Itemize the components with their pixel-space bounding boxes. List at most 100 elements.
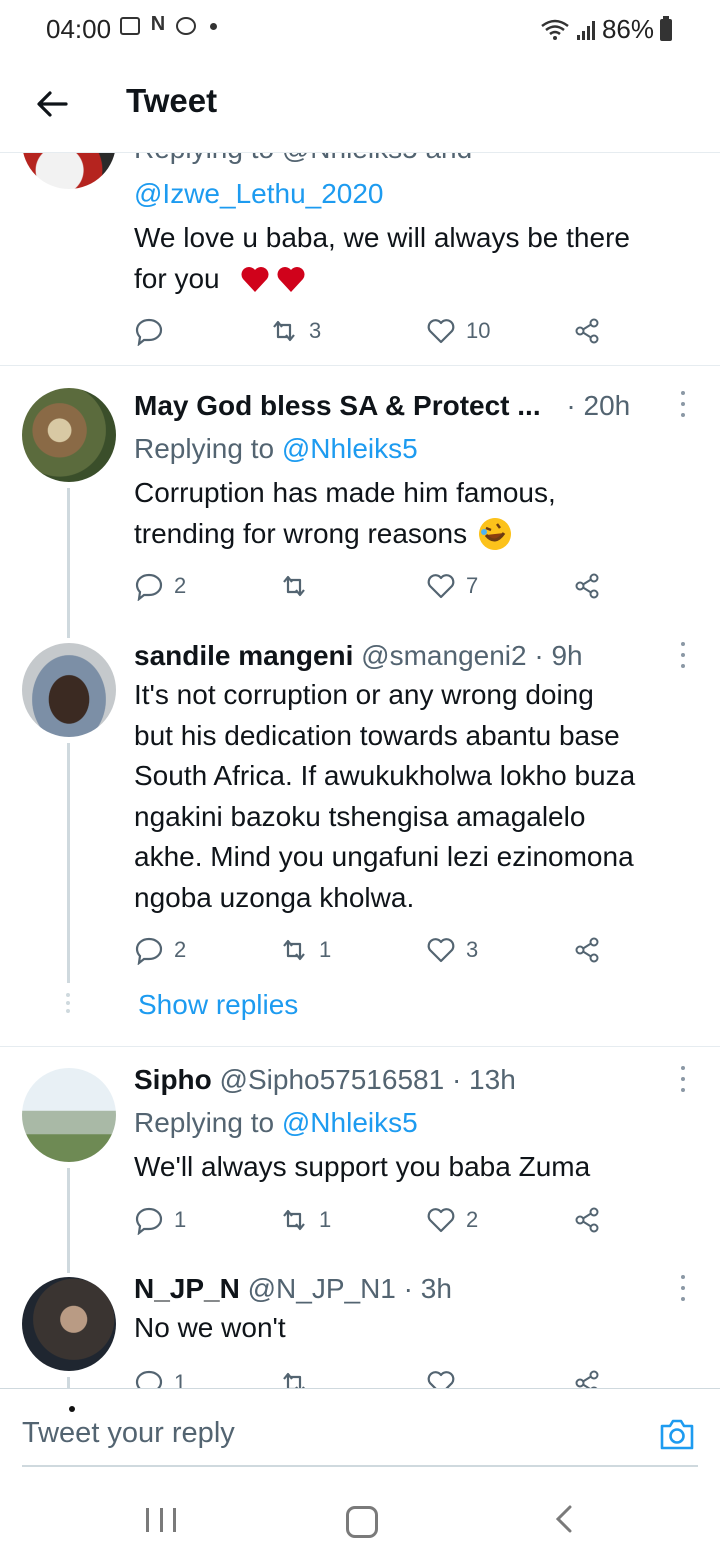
tweet-divider bbox=[0, 1046, 720, 1047]
tweet-actions: 2 7 bbox=[134, 566, 614, 606]
retweet-count: 3 bbox=[309, 318, 322, 343]
reply-button[interactable]: 1 bbox=[134, 1200, 186, 1240]
thread-continuation-dots bbox=[66, 993, 72, 1013]
retweet-button[interactable]: 1 bbox=[279, 930, 331, 970]
cursor-dot bbox=[69, 1406, 75, 1412]
tweet-meta: @smangeni2 · 9h bbox=[353, 640, 583, 671]
author-name[interactable]: May God bless SA & Protect ... bbox=[134, 390, 541, 421]
like-count: 10 bbox=[466, 318, 491, 343]
reply-button[interactable]: 2 bbox=[134, 930, 186, 970]
replying-to-mention[interactable]: @Izwe_Lethu_2020 bbox=[134, 178, 384, 210]
tweet-author-line[interactable]: May God bless SA & Protect ... · 20h bbox=[134, 390, 630, 422]
avatar[interactable] bbox=[22, 643, 116, 737]
rolling-laughing-emoji-icon bbox=[479, 517, 512, 550]
thread-line bbox=[67, 743, 70, 983]
retweet-count: 1 bbox=[319, 937, 332, 962]
avatar[interactable] bbox=[22, 153, 116, 189]
top-app-bar: Tweet bbox=[0, 60, 720, 153]
tweet-text: It's not corruption or any wrong doing b… bbox=[134, 675, 694, 918]
tweet-divider bbox=[0, 365, 720, 366]
reply-button[interactable]: 1 bbox=[134, 1363, 186, 1388]
tweet-author-line[interactable]: N_JP_N @N_JP_N1 · 3h bbox=[134, 1273, 452, 1305]
reply-icon bbox=[135, 573, 163, 601]
share-icon bbox=[575, 1207, 599, 1233]
tweet-text-line-with-emoji: trending for wrong reasons bbox=[134, 514, 694, 555]
status-time: 04:00 bbox=[46, 14, 112, 44]
reply-count: 2 bbox=[174, 937, 187, 962]
reply-button[interactable]: 2 bbox=[134, 566, 186, 606]
signal-icon bbox=[576, 20, 595, 40]
retweet-button[interactable] bbox=[279, 566, 319, 606]
home-icon[interactable] bbox=[346, 1506, 378, 1538]
share-button[interactable] bbox=[572, 311, 602, 351]
tweet-author-line[interactable]: sandile mangeni @smangeni2 · 9h bbox=[134, 640, 583, 672]
more-options-icon[interactable] bbox=[678, 642, 688, 668]
reply-input-underline bbox=[22, 1465, 698, 1467]
tweet-text: We love u baba, we will always be there … bbox=[134, 218, 694, 299]
like-button[interactable] bbox=[426, 1363, 466, 1388]
tweet-text: Corruption has made him famous, trending… bbox=[134, 473, 694, 554]
share-icon bbox=[575, 573, 599, 599]
share-button[interactable] bbox=[572, 566, 602, 606]
reply-thread[interactable]: Replying to @Nhleiks5 and @Izwe_Lethu_20… bbox=[0, 153, 720, 1388]
system-nav-bar bbox=[0, 1470, 720, 1560]
reply-button[interactable] bbox=[134, 311, 174, 351]
like-icon bbox=[427, 1371, 455, 1388]
tweet-text: We'll always support you baba Zuma bbox=[134, 1147, 694, 1188]
like-icon bbox=[427, 1208, 455, 1233]
avatar[interactable] bbox=[22, 388, 116, 482]
reply-icon bbox=[135, 937, 163, 965]
share-icon bbox=[575, 937, 599, 963]
tweet-text-line: We'll always support you baba Zuma bbox=[134, 1151, 591, 1182]
gallery-notification-icon bbox=[120, 17, 140, 35]
retweet-icon bbox=[283, 575, 305, 597]
tweet-text-line: We love u baba, we will always be there bbox=[134, 222, 630, 253]
like-button[interactable]: 3 bbox=[426, 930, 478, 970]
retweet-button[interactable]: 3 bbox=[269, 311, 321, 351]
replying-to-line-1: Replying to @Nhleiks5 and bbox=[134, 153, 472, 165]
more-options-icon[interactable] bbox=[678, 391, 688, 417]
camera-icon[interactable] bbox=[658, 1415, 696, 1453]
tweet-reply-input[interactable]: Tweet your reply bbox=[22, 1417, 235, 1450]
shield-notification-icon bbox=[176, 17, 196, 35]
status-bar: 04:00 N 86% bbox=[0, 0, 720, 60]
avatar[interactable] bbox=[22, 1068, 116, 1162]
replying-to-mention[interactable]: @Nhleiks5 bbox=[282, 1107, 418, 1138]
like-button[interactable]: 10 bbox=[426, 311, 490, 351]
author-name[interactable]: sandile mangeni bbox=[134, 640, 353, 671]
back-arrow-icon[interactable] bbox=[30, 82, 74, 126]
show-replies-link[interactable]: Show replies bbox=[138, 989, 298, 1021]
back-nav-icon[interactable] bbox=[552, 1504, 576, 1534]
retweet-count: 1 bbox=[319, 1207, 332, 1232]
retweet-button[interactable] bbox=[279, 1363, 319, 1388]
tweet-text-line: Corruption has made him famous, bbox=[134, 477, 556, 508]
like-button[interactable]: 7 bbox=[426, 566, 478, 606]
tweet-author-line[interactable]: Sipho @Sipho57516581 · 13h bbox=[134, 1064, 516, 1096]
heart-emoji-icon bbox=[240, 265, 306, 293]
tweet-text-line: It's not corruption or any wrong doing bbox=[134, 679, 594, 710]
share-button[interactable] bbox=[572, 930, 602, 970]
like-count: 7 bbox=[466, 573, 479, 598]
more-options-icon[interactable] bbox=[678, 1066, 688, 1092]
reply-icon bbox=[135, 318, 163, 346]
replying-to: Replying to @Nhleiks5 bbox=[134, 433, 418, 465]
like-icon bbox=[427, 319, 455, 344]
share-button[interactable] bbox=[572, 1200, 602, 1240]
more-options-icon[interactable] bbox=[678, 1275, 688, 1301]
like-count: 2 bbox=[466, 1207, 479, 1232]
author-name[interactable]: N_JP_N bbox=[134, 1273, 240, 1304]
replying-to: Replying to @Nhleiks5 bbox=[134, 1107, 418, 1139]
tweet-meta: @Sipho57516581 · 13h bbox=[211, 1064, 516, 1095]
like-button[interactable]: 2 bbox=[426, 1200, 478, 1240]
tweet-text-line: No we won't bbox=[134, 1312, 286, 1343]
thread-line bbox=[67, 1377, 70, 1388]
author-name[interactable]: Sipho bbox=[134, 1064, 212, 1095]
replying-to-mention[interactable]: @Nhleiks5 bbox=[282, 433, 418, 464]
recent-apps-icon[interactable] bbox=[146, 1508, 176, 1532]
retweet-icon bbox=[283, 939, 305, 961]
retweet-button[interactable]: 1 bbox=[279, 1200, 331, 1240]
avatar[interactable] bbox=[22, 1277, 116, 1371]
tweet-meta: · 20h bbox=[566, 390, 631, 421]
battery-icon bbox=[660, 15, 672, 41]
share-button[interactable] bbox=[572, 1363, 602, 1388]
